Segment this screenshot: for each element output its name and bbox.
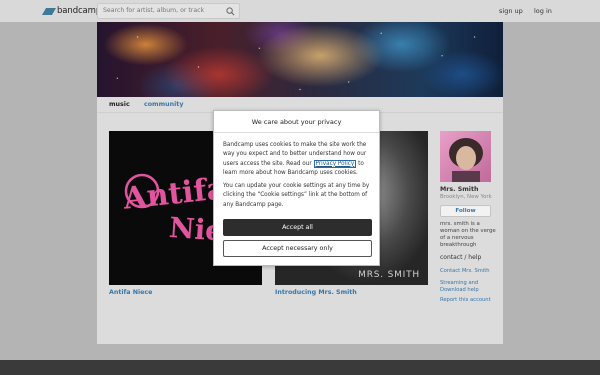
logo-text: bandcamp (57, 6, 102, 16)
follow-button[interactable]: Follow (440, 205, 491, 217)
artist-location: Brooklyn, New York (440, 194, 492, 200)
artist-bio: mrs. smith is a woman on the verge of a … (440, 221, 496, 248)
artist-photo[interactable] (440, 131, 491, 182)
cookie-text-2: You can update your cookie settings at a… (223, 183, 370, 208)
album2-cover-text: MRS. SMITH (358, 270, 420, 280)
privacy-policy-link[interactable]: Privacy Policy (313, 159, 357, 168)
signup-link[interactable]: sign up (499, 7, 523, 15)
bandcamp-logo[interactable]: bandcamp (41, 5, 102, 17)
streaming-help-link[interactable]: Streaming and Download help (440, 280, 498, 294)
album-title[interactable]: Antifa Niece (109, 289, 152, 296)
cookie-text-1: Bandcamp uses cookies to make the site w… (223, 141, 373, 178)
bandcamp-logo-icon (41, 7, 57, 15)
search-input[interactable]: Search for artist, album, or track (97, 3, 240, 19)
accept-necessary-button[interactable]: Accept necessary only (223, 240, 372, 257)
modal-title: We care about your privacy (214, 111, 379, 133)
footer (0, 360, 600, 375)
search-placeholder: Search for artist, album, or track (103, 7, 205, 14)
tab-music[interactable]: music (109, 101, 130, 108)
svg-text:Antifa: Antifa (121, 171, 228, 217)
login-link[interactable]: log in (534, 7, 552, 15)
search-icon[interactable] (226, 7, 235, 16)
accept-all-button[interactable]: Accept all (223, 219, 372, 236)
artist-banner (97, 22, 503, 97)
cookie-consent-modal: We care about your privacy Bandcamp uses… (213, 110, 380, 266)
top-bar: bandcamp Search for artist, album, or tr… (0, 0, 600, 22)
artist-portrait (449, 138, 483, 182)
contact-help-heading: contact / help (440, 254, 482, 261)
tab-community[interactable]: community (144, 101, 183, 108)
report-account-link[interactable]: Report this account (440, 297, 498, 304)
album-title[interactable]: Introducing Mrs. Smith (275, 289, 357, 296)
contact-artist-link[interactable]: Contact Mrs. Smith (440, 268, 498, 275)
artist-name: Mrs. Smith (440, 186, 479, 193)
banner-stars (97, 22, 503, 97)
